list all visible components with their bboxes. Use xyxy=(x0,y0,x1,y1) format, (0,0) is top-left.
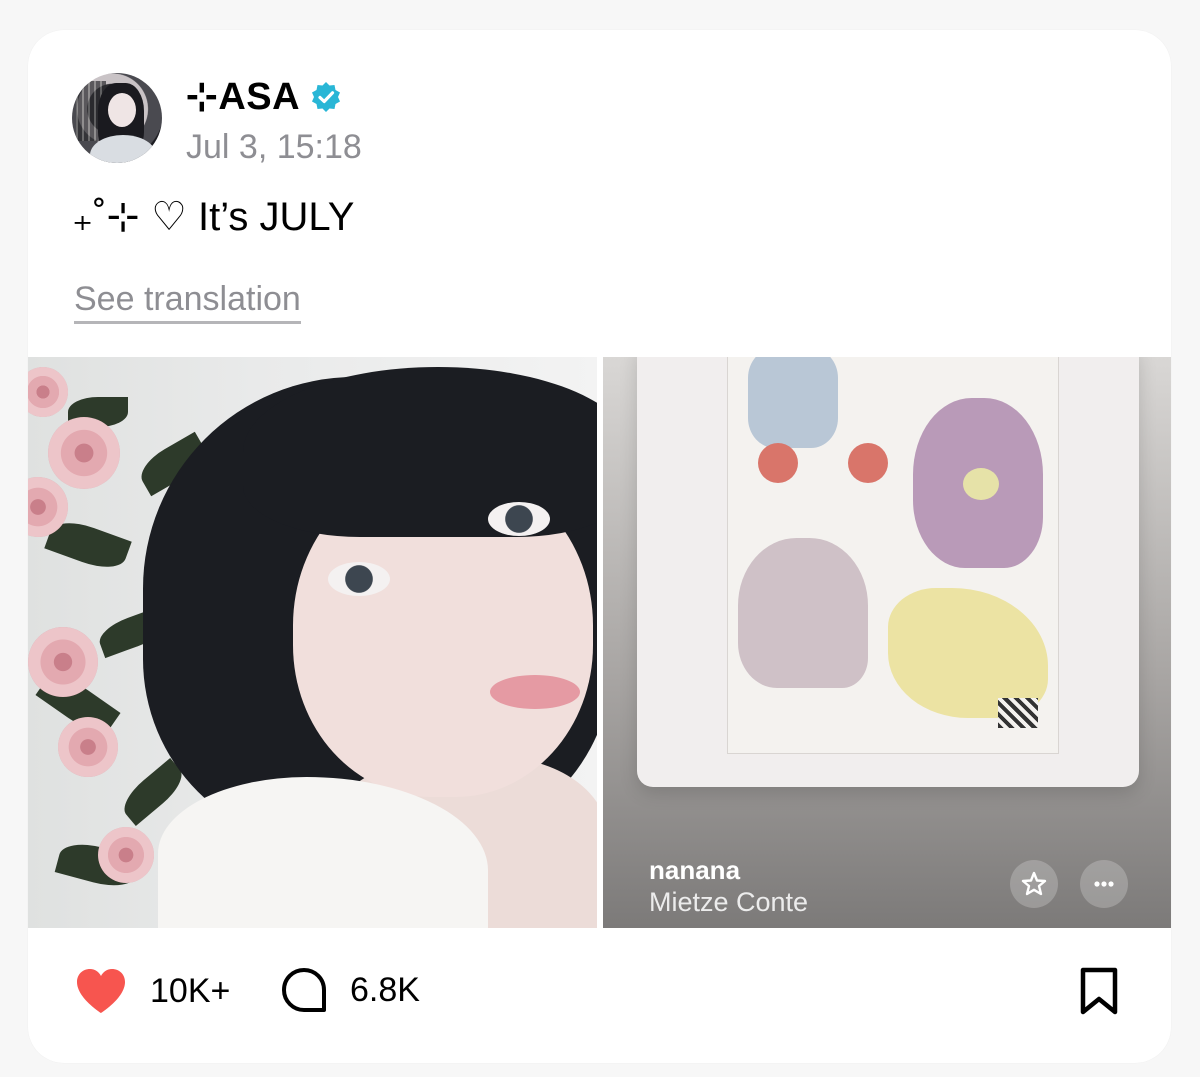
rose xyxy=(48,417,120,489)
post-timestamp: Jul 3, 15:18 xyxy=(186,128,362,166)
album-art xyxy=(637,357,1139,787)
more-icon xyxy=(1094,881,1114,887)
drawing-boot xyxy=(848,443,888,483)
post-photo[interactable] xyxy=(28,357,597,928)
verified-icon xyxy=(312,81,341,112)
right-eye xyxy=(488,502,550,536)
avatar[interactable] xyxy=(72,73,162,163)
rose xyxy=(98,827,154,883)
left-eye xyxy=(328,562,390,596)
music-card[interactable]: nanana Mietze Conte xyxy=(603,357,1171,928)
drawing-goat xyxy=(738,538,868,688)
drawing-figure xyxy=(748,357,838,448)
rose xyxy=(58,717,118,777)
action-bar: 10K+ 6.8K xyxy=(28,928,1171,1063)
drawing-heart xyxy=(963,468,999,500)
avatar-face xyxy=(108,93,136,127)
comment-icon xyxy=(282,968,326,1012)
album-art-drawing xyxy=(727,357,1059,754)
music-title: nanana xyxy=(649,855,741,885)
comment-count: 6.8K xyxy=(350,970,420,1009)
music-artist: Mietze Conte xyxy=(649,887,809,917)
avatar-shoulder xyxy=(90,135,156,163)
more-button[interactable] xyxy=(1080,860,1128,908)
drawing-checker xyxy=(998,698,1038,728)
lips xyxy=(490,675,580,709)
drawing-boot xyxy=(758,443,798,483)
rose xyxy=(28,367,68,417)
like-count: 10K+ xyxy=(150,971,231,1010)
username[interactable]: ⊹ASA xyxy=(186,74,300,119)
bookmark-button[interactable] xyxy=(1076,966,1122,1021)
like-button[interactable]: 10K+ xyxy=(74,966,230,1016)
star-icon xyxy=(1021,871,1047,896)
bookmark-icon xyxy=(1080,967,1118,1015)
post-card: ⊹ASA Jul 3, 15:18 ₊˚⊹ ♡ It’s JULY See tr… xyxy=(28,30,1171,1063)
see-translation-link[interactable]: See translation xyxy=(74,280,301,324)
favorite-button[interactable] xyxy=(1010,860,1058,908)
post-text: ₊˚⊹ ♡ It’s JULY xyxy=(72,195,355,239)
comment-button[interactable]: 6.8K xyxy=(280,966,420,1014)
rose xyxy=(28,627,98,697)
username-row: ⊹ASA xyxy=(186,74,342,119)
heart-icon xyxy=(77,969,125,1013)
